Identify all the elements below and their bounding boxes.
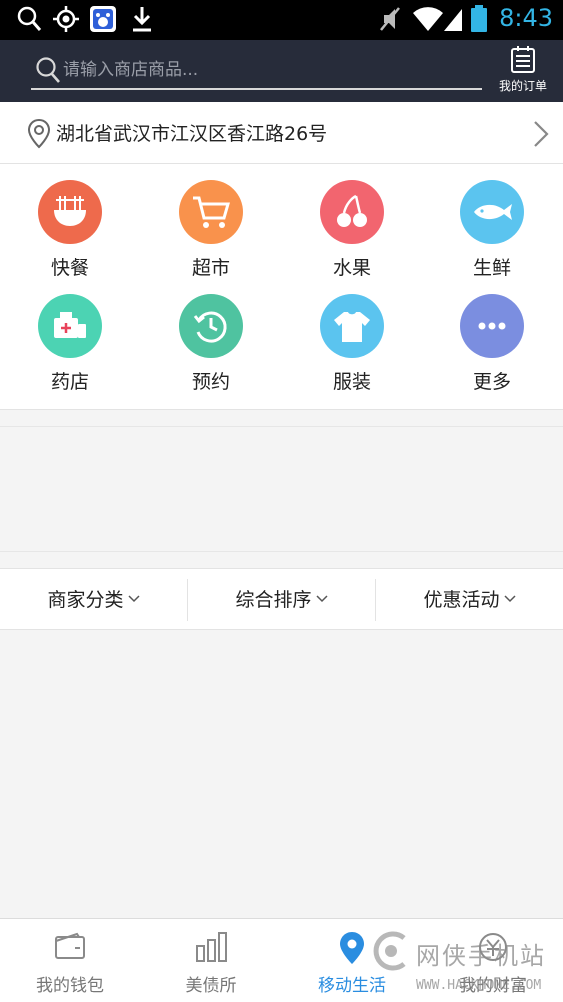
address-text: 湖北省武汉市江汉区香江路26号 [56,123,328,145]
category-label: 快餐 [50,257,89,279]
my-orders-button[interactable]: 我的订单 [493,46,553,98]
filter-merchant-category[interactable]: 商家分类 [0,569,187,631]
category-circle [320,180,384,244]
category-pharmacy[interactable]: 药店 [20,294,120,404]
medicine-icon [54,312,86,338]
signal-icon [444,9,462,31]
tab-label: 我的钱包 [36,976,104,996]
gps-icon [53,6,79,32]
location-pin-icon [340,932,364,964]
search-icon [17,6,42,31]
category-label: 预约 [191,371,230,393]
status-time: 8:43 [499,4,553,32]
cherry-icon [337,194,367,227]
category-circle [320,294,384,358]
category-circle [460,294,524,358]
fish-icon [474,204,512,220]
status-bar: 8:43 [0,0,563,40]
clock-icon [193,311,227,343]
category-circle [460,180,524,244]
location-pin-icon [28,119,50,149]
filter-sort[interactable]: 综合排序 [188,569,375,631]
tab-my-wealth[interactable]: 我的财富 [423,919,563,1002]
search-box[interactable] [31,50,482,90]
filter-promotions[interactable]: 优惠活动 [376,569,563,631]
search-input[interactable] [63,56,473,84]
category-fresh[interactable]: 生鲜 [442,180,542,290]
bar-chart-icon [196,932,227,962]
wallet-icon [55,932,85,959]
my-orders-label: 我的订单 [498,79,547,93]
download-icon [133,7,151,32]
category-label: 药店 [50,371,89,393]
category-fruit[interactable]: 水果 [302,180,402,290]
category-label: 生鲜 [472,257,511,279]
tab-label: 美债所 [185,976,237,996]
tab-label: 移动生活 [318,976,386,996]
wealth-icon [479,933,507,961]
order-list-icon [511,46,535,73]
category-label: 更多 [472,371,511,393]
category-supermarket[interactable]: 超市 [161,180,261,290]
category-label: 服装 [332,371,371,393]
more-dots-icon [478,322,506,330]
search-icon [36,57,60,83]
address-bar[interactable]: 湖北省武汉市江汉区香江路26号 [0,102,563,164]
chevron-right-icon [534,121,549,147]
category-more[interactable]: 更多 [442,294,542,404]
category-circle [38,294,102,358]
category-circle [179,180,243,244]
category-clothing[interactable]: 服装 [302,294,402,404]
shopping-cart-icon [193,196,230,228]
filter-label: 综合排序 [235,589,312,611]
promo-banner-area [0,426,563,552]
tab-bond-exchange[interactable]: 美债所 [141,919,281,1002]
chevron-down-icon [315,595,328,603]
filter-bar: 商家分类 综合排序 优惠活动 [0,568,563,630]
category-fast-food[interactable]: 快餐 [20,180,120,290]
tab-wallet[interactable]: 我的钱包 [0,919,140,1002]
wifi-icon [413,7,443,32]
tshirt-icon [334,312,370,342]
tab-label: 我的财富 [459,976,527,996]
category-circle [179,294,243,358]
category-label: 超市 [191,257,230,279]
chevron-down-icon [127,595,140,603]
category-circle [38,180,102,244]
category-label: 水果 [332,257,371,279]
filter-label: 商家分类 [47,589,124,611]
chevron-down-icon [503,595,516,603]
category-grid: 快餐 超市 水果 生鲜 药店 预约 服装 更多 [0,164,563,410]
noodle-bowl-icon [54,196,86,226]
baidu-app-icon [90,6,116,32]
battery-icon [471,5,487,32]
filter-label: 优惠活动 [423,589,500,611]
mute-icon [380,7,400,31]
bottom-tab-bar: 我的钱包 美债所 移动生活 我的财富 [0,918,563,1002]
search-header: 我的订单 [0,40,563,102]
category-reservation[interactable]: 预约 [161,294,261,404]
tab-mobile-life[interactable]: 移动生活 [282,919,422,1002]
